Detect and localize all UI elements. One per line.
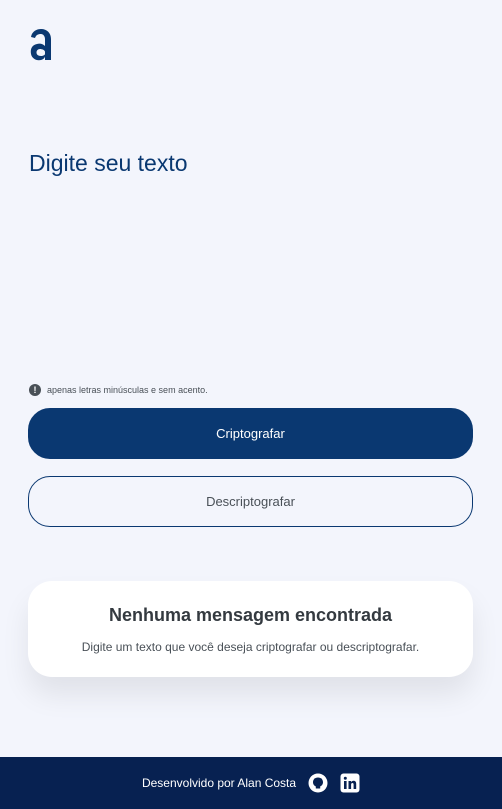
- exclamation-circle-icon: !: [29, 384, 41, 396]
- input-hint: ! apenas letras minúsculas e sem acento.: [29, 384, 208, 396]
- hint-text: apenas letras minúsculas e sem acento.: [47, 385, 208, 395]
- alura-logo-icon[interactable]: [28, 28, 54, 62]
- github-icon[interactable]: [308, 773, 328, 793]
- text-input[interactable]: [29, 150, 473, 370]
- encrypt-button[interactable]: Criptografar: [28, 408, 473, 459]
- footer-text: Desenvolvido por Alan Costa: [141, 776, 297, 790]
- linkedin-icon[interactable]: [340, 773, 360, 793]
- decrypt-button[interactable]: Descriptografar: [28, 476, 473, 527]
- page: ! apenas letras minúsculas e sem acento.…: [0, 0, 502, 809]
- footer: Desenvolvido por Alan Costa: [0, 757, 502, 809]
- result-title: Nenhuma mensagem encontrada: [108, 604, 393, 625]
- result-card: Nenhuma mensagem encontrada Digite um te…: [28, 581, 473, 677]
- result-text: Digite um texto que você deseja criptogr…: [81, 639, 420, 654]
